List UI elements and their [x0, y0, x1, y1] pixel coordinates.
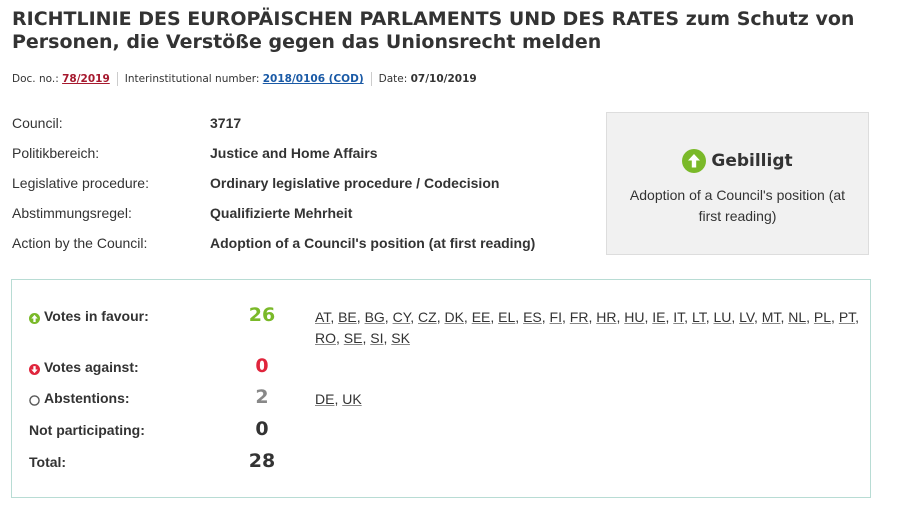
country-code-el: EL — [498, 309, 516, 325]
country-code-cy: CY — [392, 309, 411, 325]
document-meta: Doc. no.: 78/2019 Interinstitutional num… — [12, 72, 477, 86]
country-code-hr: HR — [596, 309, 617, 325]
arrow-up-circle-icon — [682, 149, 707, 173]
date-value: 07/10/2019 — [410, 73, 477, 85]
doc-number-link[interactable]: 78/2019 — [62, 73, 110, 85]
country-code-lv: LV — [739, 309, 754, 325]
country-code-ro: RO — [315, 330, 336, 346]
interinstitutional-label: Interinstitutional number: — [124, 73, 260, 85]
total-count: 28 — [248, 450, 276, 472]
country-code-it: IT — [673, 309, 685, 325]
country-code-bg: BG — [364, 309, 385, 325]
not-participating-label: Not participating: — [29, 422, 145, 438]
total-row: Total: — [29, 454, 66, 470]
status-box: Gebilligt Adoption of a Council's positi… — [606, 112, 869, 255]
not-participating-row: Not participating: — [29, 422, 145, 438]
doc-number-label: Doc. no.: — [12, 73, 59, 85]
arrow-up-circle-icon — [29, 311, 40, 324]
country-code-si: SI — [370, 330, 384, 346]
not-participating-count: 0 — [255, 418, 269, 440]
page-title: RICHTLINIE DES EUROPÄISCHEN PARLAMENTS U… — [12, 8, 855, 53]
country-code-pl: PL — [813, 309, 832, 325]
country-code-de: DE — [315, 391, 335, 407]
country-code-cz: CZ — [418, 309, 437, 325]
abstentions-count: 2 — [255, 386, 269, 408]
votes-favour-countries: AT, BE, BG, CY, CZ, DK, EE, EL, ES, FI, … — [315, 309, 860, 346]
info-value: Justice and Home Affairs — [210, 145, 378, 161]
country-code-be: BE — [338, 309, 357, 325]
country-code-ee: EE — [471, 309, 491, 325]
votes-against-row: Votes against: — [29, 359, 139, 375]
country-code-pt: PT — [838, 309, 856, 325]
country-code-mt: MT — [761, 309, 781, 325]
country-code-es: ES — [523, 309, 542, 325]
info-label: Legislative procedure: — [12, 175, 149, 191]
country-code-uk: UK — [342, 391, 362, 407]
info-value: 3717 — [210, 115, 242, 131]
country-code-at: AT — [315, 309, 331, 325]
voting-results: Votes in favour: 26 AT, BE, BG, CY, CZ, … — [11, 279, 871, 498]
status-title: Gebilligt — [711, 151, 793, 171]
info-value: Qualifizierte Mehrheit — [210, 205, 353, 221]
votes-favour-count: 26 — [248, 304, 276, 326]
total-label: Total: — [29, 454, 67, 470]
empty-circle-icon — [29, 393, 40, 406]
divider — [116, 72, 118, 86]
country-code-lu: LU — [713, 309, 732, 325]
interinstitutional-link[interactable]: 2018/0106 (COD) — [263, 73, 364, 85]
info-label: Abstimmungsregel: — [12, 205, 132, 221]
votes-against-label: Votes against: — [44, 359, 139, 375]
country-code-se: SE — [343, 330, 363, 346]
votes-favour-label: Votes in favour: — [44, 308, 149, 324]
arrow-down-circle-icon — [29, 362, 40, 375]
abstentions-countries: DE, UK — [315, 391, 362, 407]
country-code-fr: FR — [569, 309, 589, 325]
divider — [370, 72, 372, 86]
info-value: Ordinary legislative procedure / Codecis… — [210, 175, 500, 191]
country-code-sk: SK — [391, 330, 410, 346]
info-value: Adoption of a Council's position (at fir… — [210, 235, 536, 251]
country-code-dk: DK — [444, 309, 464, 325]
date-label: Date: — [378, 73, 408, 85]
abstentions-label: Abstentions: — [44, 390, 130, 406]
status-heading: Gebilligt — [607, 149, 868, 173]
country-code-lt: LT — [691, 309, 706, 325]
country-code-nl: NL — [788, 309, 807, 325]
country-code-fi: FI — [549, 309, 562, 325]
votes-favour-row: Votes in favour: — [29, 308, 149, 324]
info-label: Politikbereich: — [12, 145, 100, 161]
votes-against-count: 0 — [255, 355, 269, 377]
info-label: Council: — [12, 115, 63, 131]
status-description: Adoption of a Council's position (at fir… — [629, 187, 846, 224]
country-code-ie: IE — [652, 309, 666, 325]
country-code-hu: HU — [624, 309, 645, 325]
info-label: Action by the Council: — [12, 235, 148, 251]
abstentions-row: Abstentions: — [29, 390, 130, 406]
